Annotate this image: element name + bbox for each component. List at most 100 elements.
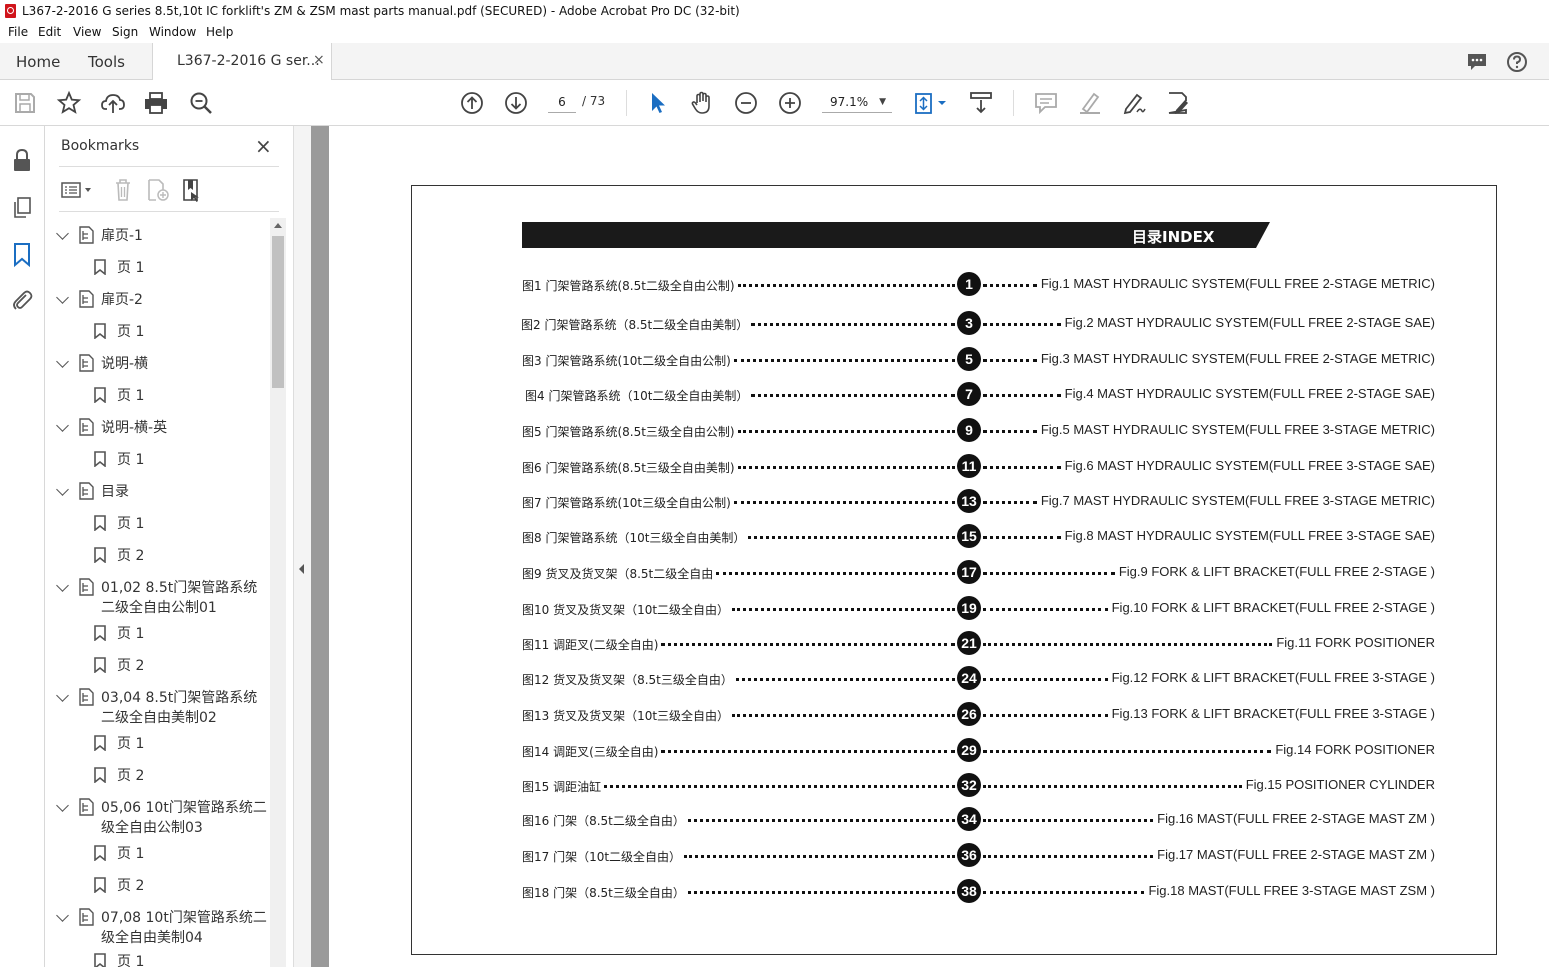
arrow-down-circle-icon[interactable] [503, 90, 529, 116]
bookmark-icon[interactable] [13, 242, 31, 268]
tab-home[interactable]: Home [16, 53, 60, 71]
lock-icon[interactable] [11, 148, 33, 172]
tab-close-icon[interactable]: × [313, 52, 325, 68]
options-menu-icon[interactable] [61, 180, 95, 200]
fit-page-icon[interactable] [913, 90, 949, 116]
bookmark-item[interactable]: 01,02 8.5t门架管路系统 [101, 577, 257, 597]
menu-sign[interactable]: Sign [112, 25, 138, 39]
index-page-number[interactable]: 7 [957, 382, 981, 406]
arrow-up-circle-icon[interactable] [459, 90, 485, 116]
bookmark-item-line2[interactable]: 级全自由公制03 [101, 817, 203, 837]
chevron-down-icon[interactable] [56, 579, 69, 592]
index-page-number[interactable]: 19 [957, 596, 981, 620]
tab-tools[interactable]: Tools [88, 53, 125, 71]
star-icon[interactable] [56, 90, 82, 116]
bookmark-item-line2[interactable]: 二级全自由公制01 [101, 597, 217, 617]
bookmark-child[interactable]: 页 1 [117, 843, 144, 863]
chevron-down-icon[interactable] [56, 355, 69, 368]
chevron-down-icon[interactable] [56, 483, 69, 496]
index-page-number[interactable]: 13 [957, 489, 981, 513]
menu-help[interactable]: Help [206, 25, 233, 39]
bookmark-child[interactable]: 页 2 [117, 655, 144, 675]
page-number-input[interactable]: 6 [548, 92, 576, 113]
index-page-number[interactable]: 38 [957, 879, 981, 903]
highlight-icon[interactable] [1077, 90, 1103, 116]
bookmark-child[interactable]: 页 2 [117, 875, 144, 895]
bookmark-child[interactable]: 页 1 [117, 513, 144, 533]
bookmark-item[interactable]: 07,08 10t门架管路系统二 [101, 907, 267, 927]
bookmark-child[interactable]: 页 1 [117, 257, 144, 277]
new-bookmark-icon[interactable] [146, 178, 170, 202]
comment-icon[interactable] [1033, 90, 1059, 116]
bookmark-item[interactable]: 03,04 8.5t门架管路系统 [101, 687, 257, 707]
bookmark-item[interactable]: 说明-横-英 [101, 417, 167, 437]
print-icon[interactable] [143, 90, 169, 116]
close-panel-icon[interactable]: × [255, 134, 272, 158]
bookmark-child[interactable]: 页 2 [117, 545, 144, 565]
bookmark-child[interactable]: 页 1 [117, 733, 144, 753]
edit-icon[interactable] [1165, 90, 1191, 116]
dot-leader [751, 323, 955, 326]
bookmark-item-line2[interactable]: 级全自由美制04 [101, 927, 203, 947]
bookmark-child[interactable]: 页 1 [117, 951, 144, 967]
bookmark-item[interactable]: 扉页-2 [101, 289, 143, 309]
chevron-down-icon[interactable] [56, 419, 69, 432]
menu-file[interactable]: File [8, 25, 28, 39]
bookmark-child[interactable]: 页 1 [117, 623, 144, 643]
bookmark-item[interactable]: 05,06 10t门架管路系统二 [101, 797, 267, 817]
index-page-number[interactable]: 11 [957, 454, 981, 478]
index-page-number[interactable]: 24 [957, 666, 981, 690]
zoom-search-icon[interactable] [188, 90, 214, 116]
bookmark-item[interactable]: 目录 [101, 481, 129, 501]
bookmark-child[interactable]: 页 1 [117, 321, 144, 341]
bookmark-child[interactable]: 页 2 [117, 765, 144, 785]
bookmark-child[interactable]: 页 1 [117, 385, 144, 405]
index-page-number[interactable]: 36 [957, 843, 981, 867]
hand-icon[interactable] [689, 90, 715, 116]
scroll-icon[interactable] [968, 90, 994, 116]
delete-icon[interactable] [113, 178, 133, 202]
index-page-number[interactable]: 15 [957, 524, 981, 548]
index-page-number[interactable]: 3 [957, 311, 981, 335]
chevron-down-icon[interactable] [56, 689, 69, 702]
scroll-up-icon[interactable] [274, 223, 282, 228]
bookmarks-scrollbar[interactable] [270, 218, 286, 967]
menu-edit[interactable]: Edit [38, 25, 61, 39]
upload-icon[interactable] [100, 90, 126, 116]
bookmark-item[interactable]: 说明-横 [101, 353, 148, 373]
attachment-icon[interactable] [11, 288, 33, 312]
sign-icon[interactable] [1121, 90, 1147, 116]
bookmark-child[interactable]: 页 1 [117, 449, 144, 469]
pages-icon[interactable] [11, 196, 33, 220]
index-page-number[interactable]: 29 [957, 738, 981, 762]
index-page-number[interactable]: 21 [957, 631, 981, 655]
index-page-number[interactable]: 32 [957, 773, 981, 797]
index-page-number[interactable]: 1 [957, 272, 981, 296]
zoom-in-icon[interactable] [777, 90, 803, 116]
save-icon[interactable] [12, 90, 38, 116]
chat-icon[interactable] [1466, 52, 1488, 72]
bookmark-item[interactable]: 扉页-1 [101, 225, 143, 245]
index-page-number[interactable]: 34 [957, 807, 981, 831]
zoom-level-select[interactable]: 97.1% ▼ [822, 92, 892, 113]
menu-view[interactable]: View [73, 25, 101, 39]
scrollbar-thumb[interactable] [272, 236, 284, 388]
zoom-out-icon[interactable] [733, 90, 759, 116]
bookmark-item-line2[interactable]: 二级全自由美制02 [101, 707, 217, 727]
help-icon[interactable] [1506, 51, 1528, 73]
chevron-down-icon[interactable] [56, 291, 69, 304]
collapse-panel-icon[interactable] [299, 564, 304, 574]
index-entry-en: Fig.6 MAST HYDRAULIC SYSTEM(FULL FREE 3-… [1064, 458, 1435, 473]
chevron-down-icon[interactable] [56, 227, 69, 240]
menu-window[interactable]: Window [149, 25, 196, 39]
chevron-down-icon[interactable] [56, 799, 69, 812]
index-page-number[interactable]: 9 [957, 418, 981, 442]
panel-splitter[interactable] [293, 126, 311, 967]
bookmark-from-selection-icon[interactable] [181, 178, 205, 202]
index-page-number[interactable]: 5 [957, 347, 981, 371]
index-page-number[interactable]: 17 [957, 560, 981, 584]
tab-document[interactable]: L367-2-2016 G ser... × [152, 43, 332, 80]
cursor-icon[interactable] [645, 90, 671, 116]
chevron-down-icon[interactable] [56, 909, 69, 922]
index-page-number[interactable]: 26 [957, 702, 981, 726]
